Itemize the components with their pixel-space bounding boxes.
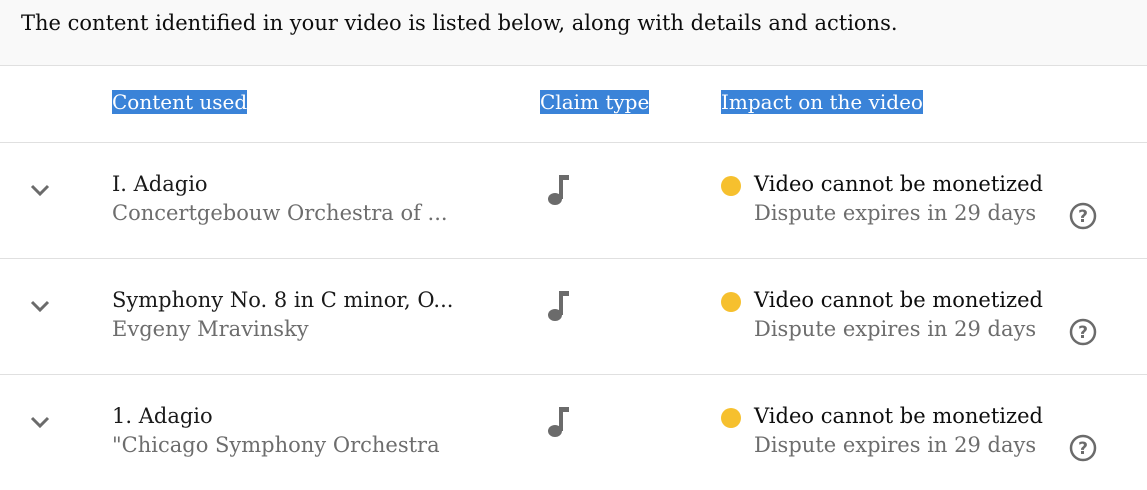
content-artist: "Chicago Symphony Orchestra <box>112 433 440 457</box>
chevron-down-icon[interactable] <box>26 408 54 436</box>
music-note-icon <box>545 172 575 208</box>
music-note-icon <box>545 404 575 440</box>
dispute-expiry: Dispute expires in 29 days <box>754 201 1037 225</box>
content-artist: Concertgebouw Orchestra of ... <box>112 201 448 225</box>
column-header-impact: Impact on the video <box>721 90 923 114</box>
help-icon[interactable]: ? <box>1069 434 1097 462</box>
chevron-down-icon[interactable] <box>26 176 54 204</box>
table-header: Content used Claim type Impact on the vi… <box>0 66 1147 143</box>
impact-status: Video cannot be monetized <box>754 404 1043 428</box>
impact-status: Video cannot be monetized <box>754 172 1043 196</box>
status-dot <box>721 176 741 196</box>
claim-row: Symphony No. 8 in C minor, O... Evgeny M… <box>0 259 1147 375</box>
claim-row: I. Adagio Concertgebouw Orchestra of ...… <box>0 143 1147 259</box>
content-title: Symphony No. 8 in C minor, O... <box>112 288 454 312</box>
info-banner: The content identified in your video is … <box>0 0 1147 66</box>
svg-text:?: ? <box>1078 323 1088 343</box>
impact-status: Video cannot be monetized <box>754 288 1043 312</box>
music-note-icon <box>545 288 575 324</box>
status-dot <box>721 292 741 312</box>
content-artist: Evgeny Mravinsky <box>112 317 309 341</box>
chevron-down-icon[interactable] <box>26 292 54 320</box>
content-title: I. Adagio <box>112 172 208 196</box>
banner-text: The content identified in your video is … <box>21 11 898 35</box>
content-title: 1. Adagio <box>112 404 213 428</box>
status-dot <box>721 408 741 428</box>
svg-text:?: ? <box>1078 207 1088 227</box>
column-header-content-used: Content used <box>112 90 248 114</box>
help-icon[interactable]: ? <box>1069 318 1097 346</box>
dispute-expiry: Dispute expires in 29 days <box>754 317 1037 341</box>
svg-text:?: ? <box>1078 439 1088 459</box>
column-header-claim-type: Claim type <box>540 90 650 114</box>
help-icon[interactable]: ? <box>1069 202 1097 230</box>
dispute-expiry: Dispute expires in 29 days <box>754 433 1037 457</box>
claim-row: 1. Adagio "Chicago Symphony Orchestra Vi… <box>0 375 1147 490</box>
